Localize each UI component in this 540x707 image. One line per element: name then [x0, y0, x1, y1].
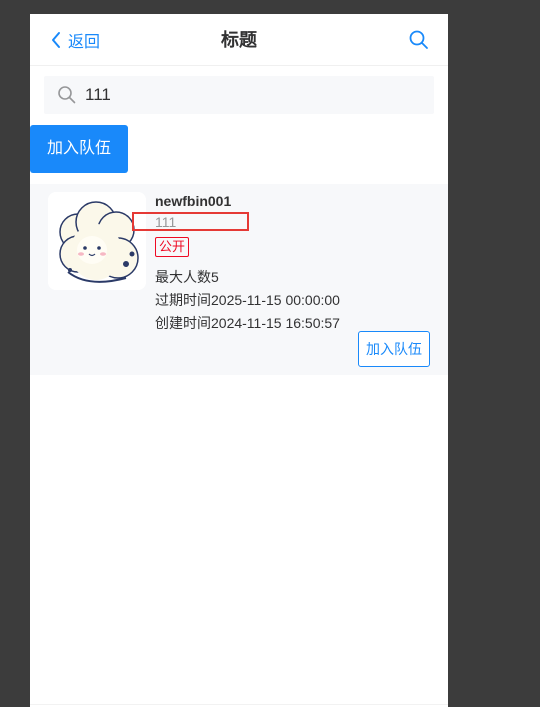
page-title: 标题 — [221, 30, 257, 50]
search-field-icon — [57, 85, 77, 105]
team-name: newfbin001 — [155, 193, 232, 209]
create-time-text: 创建时间2024-11-15 16:50:57 — [155, 315, 340, 331]
card-join-button[interactable]: 加入队伍 — [358, 331, 430, 367]
phone-screen: 返回 标题 加入队伍 — [30, 14, 448, 707]
search-input[interactable] — [83, 84, 407, 106]
nav-bar: 返回 标题 — [30, 14, 448, 66]
annotation-highlight-box — [132, 212, 249, 231]
join-team-button[interactable]: 加入队伍 — [30, 125, 128, 173]
search-bar — [44, 76, 434, 114]
max-members-text: 最大人数5 — [155, 269, 219, 285]
team-card: newfbin001 111 公开 最大人数5 过期时间2025-11-15 0… — [30, 184, 448, 375]
search-icon[interactable] — [408, 29, 430, 51]
team-avatar — [48, 192, 146, 290]
expire-time-text: 过期时间2025-11-15 00:00:00 — [155, 292, 340, 308]
status-badge: 公开 — [155, 237, 190, 257]
bottom-divider — [30, 704, 448, 705]
